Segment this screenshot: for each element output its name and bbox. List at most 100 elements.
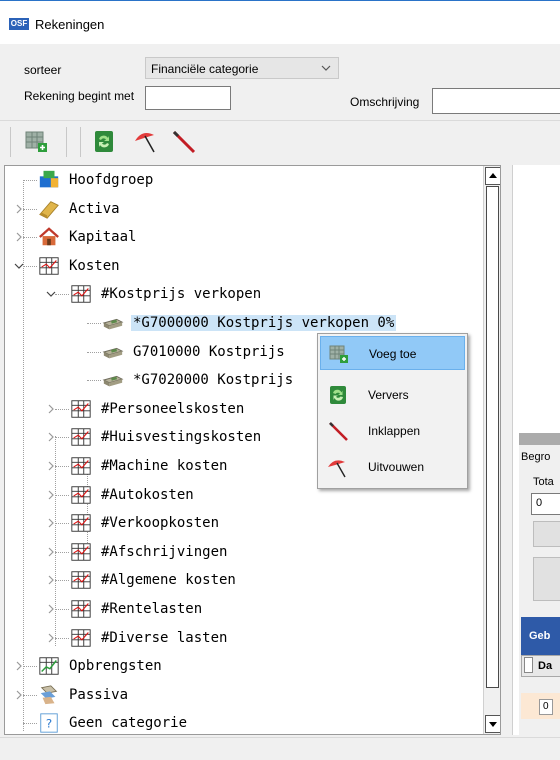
chart-table-icon — [71, 600, 91, 618]
tree-node[interactable]: Passiva — [5, 681, 481, 709]
account-start-input[interactable] — [145, 86, 231, 110]
scroll-down-button[interactable] — [485, 715, 500, 733]
chevron-right-icon[interactable] — [46, 604, 56, 614]
tree-node[interactable]: Opbrengsten — [5, 652, 481, 680]
context-menu: Voeg toe Ververs Inklappen Uitvouwen — [317, 333, 468, 489]
tree-node-label: Activa — [69, 200, 120, 217]
tree-connector — [55, 609, 69, 610]
arrow-down-icon — [489, 722, 497, 727]
budget-section: Begro Tota 0 Geb Da 0 — [519, 445, 560, 735]
revenue-chart-icon — [39, 657, 59, 675]
chart-table-icon — [71, 571, 91, 590]
expand-umbrella-icon — [328, 460, 346, 478]
chevron-right-icon[interactable] — [14, 690, 24, 700]
tree-node[interactable]: Activa — [5, 195, 481, 223]
arrow-up-icon — [489, 173, 497, 178]
money-stack-icon — [102, 318, 124, 330]
menu-item-label: Ververs — [368, 388, 409, 402]
tree-node[interactable]: #Diverse lasten — [5, 624, 481, 652]
tree-connector — [23, 208, 37, 210]
tree-connector — [23, 265, 37, 267]
tree-node-label: *G7000000 Kostprijs verkopen 0% — [131, 315, 397, 331]
description-input[interactable] — [432, 88, 560, 114]
chevron-right-icon[interactable] — [46, 633, 56, 643]
tree-node[interactable]: #Afschrijvingen — [5, 538, 481, 566]
toolbar-separator — [66, 127, 67, 157]
chevron-right-icon[interactable] — [46, 461, 56, 471]
gold-bar-icon — [39, 200, 59, 219]
chevron-down-icon — [321, 65, 331, 71]
tree-node-label: #Verkoopkosten — [101, 515, 220, 532]
chevron-right-icon[interactable] — [46, 518, 56, 528]
money-stack-icon — [102, 376, 124, 387]
tree-connector — [55, 494, 69, 496]
chevron-down-icon[interactable] — [46, 289, 56, 299]
tree-connector — [55, 551, 69, 553]
column-menu-icon[interactable] — [524, 657, 533, 673]
tree-node-label: Kapitaal — [69, 229, 137, 246]
menu-item-label: Uitvouwen — [368, 460, 425, 474]
refresh-button[interactable] — [90, 127, 118, 155]
tree-node-label: #Kostprijs verkopen — [101, 286, 262, 303]
panel-button-2[interactable] — [533, 557, 560, 601]
chart-table-icon — [71, 628, 91, 647]
filter-panel: sorteer Financiële categorie Rekening be… — [0, 44, 560, 120]
expand-all-button[interactable] — [132, 127, 160, 155]
tree-node[interactable]: Kosten — [5, 252, 481, 280]
refresh-icon — [95, 131, 113, 152]
tree-connector — [55, 637, 69, 639]
chart-table-icon — [71, 400, 91, 418]
chevron-right-icon[interactable] — [14, 661, 24, 671]
account-start-label: Rekening begint met — [24, 89, 135, 103]
tree-connector — [55, 408, 69, 410]
toolbar — [0, 120, 560, 164]
panel-button-1[interactable] — [533, 521, 560, 547]
collapse-all-button[interactable] — [170, 127, 198, 155]
tota-label: Tota — [533, 476, 554, 488]
tree-node-label: G7010000 Kostprijs — [133, 343, 285, 360]
chart-table-icon — [71, 428, 91, 447]
chevron-right-icon[interactable] — [46, 432, 56, 442]
tree-node[interactable]: Hoofdgroep — [5, 166, 481, 194]
tree-node-label: #Autokosten — [101, 486, 194, 503]
chevron-right-icon[interactable] — [14, 232, 24, 242]
collapse-icon — [172, 130, 196, 154]
menu-item-voeg-toe[interactable]: Voeg toe — [320, 336, 465, 370]
vertical-scrollbar[interactable] — [483, 166, 500, 734]
table-row[interactable]: 0 — [521, 693, 560, 719]
tree-node[interactable]: ? Geen categorie — [5, 709, 481, 734]
chevron-down-icon[interactable] — [14, 261, 24, 271]
tree-connector — [23, 180, 37, 181]
tree-connector — [55, 466, 69, 467]
scroll-thumb[interactable] — [486, 186, 499, 688]
tree-node[interactable]: #Verkoopkosten — [5, 509, 481, 537]
add-account-button[interactable] — [22, 127, 50, 155]
sort-select-value: Financiële categorie — [151, 62, 259, 76]
menu-item-uitvouwen[interactable]: Uitvouwen — [320, 450, 465, 484]
tree-node[interactable]: Kapitaal — [5, 223, 481, 251]
tree-node[interactable]: #Rentelasten — [5, 595, 481, 623]
tree-node-label: Hoofdgroep — [69, 172, 154, 188]
table-cell[interactable]: 0 — [539, 699, 553, 715]
scroll-up-button[interactable] — [485, 167, 500, 185]
tree-node-label: #Huisvestingskosten — [101, 429, 262, 446]
chevron-right-icon[interactable] — [46, 547, 56, 557]
chevron-right-icon[interactable] — [14, 204, 24, 214]
tree-node-label: #Rentelasten — [101, 601, 203, 617]
tree-connector — [23, 237, 37, 239]
tree-node[interactable]: #Kostprijs verkopen — [5, 280, 481, 308]
panel-divider — [519, 433, 560, 445]
chevron-right-icon[interactable] — [46, 490, 56, 500]
tree-node[interactable]: #Algemene kosten — [5, 566, 481, 594]
refresh-icon — [330, 386, 346, 404]
menu-item-inklappen[interactable]: Inklappen — [320, 414, 465, 448]
tree-connector — [55, 294, 69, 296]
tree-node-label: #Personeelskosten — [101, 400, 245, 417]
chevron-right-icon[interactable] — [46, 404, 56, 414]
tota-input[interactable]: 0 — [531, 493, 560, 515]
add-account-icon — [329, 345, 348, 363]
sort-select[interactable]: Financiële categorie — [145, 57, 339, 79]
menu-item-ververs[interactable]: Ververs — [320, 378, 465, 412]
chevron-right-icon[interactable] — [46, 575, 56, 585]
chart-table-icon — [39, 257, 59, 275]
